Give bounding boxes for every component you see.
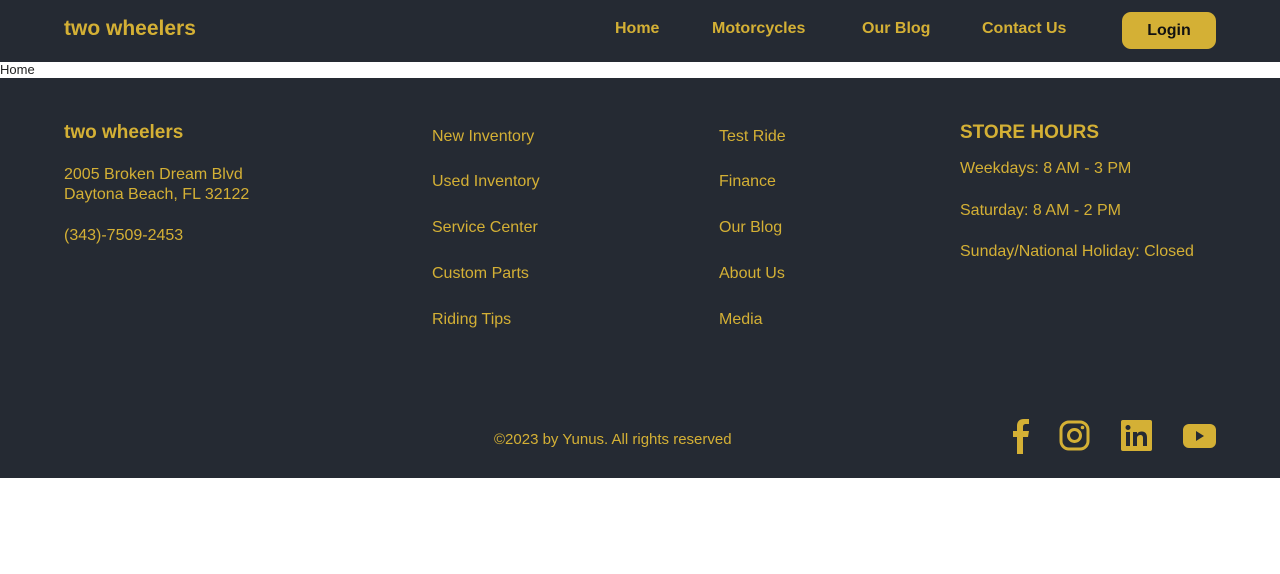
nav-motorcycles[interactable]: Motorcycles: [712, 20, 805, 38]
phone-number: (343)-7509-2453: [64, 227, 184, 244]
address-line-2: Daytona Beach, FL 32122: [64, 186, 250, 203]
footer-brand: two wheelers: [64, 122, 184, 143]
copyright: ©2023 by Yunus. All rights reserved: [494, 431, 732, 448]
link-custom-parts[interactable]: Custom Parts: [432, 265, 529, 283]
breadcrumb: Home: [0, 62, 35, 77]
link-new-inventory[interactable]: New Inventory: [432, 128, 534, 146]
hours-weekdays: Weekdays: 8 AM - 3 PM: [960, 160, 1132, 177]
footer: two wheelers 2005 Broken Dream Blvd Dayt…: [0, 78, 1280, 478]
link-test-ride[interactable]: Test Ride: [719, 128, 786, 146]
youtube-icon[interactable]: [1183, 424, 1216, 448]
instagram-icon[interactable]: [1059, 420, 1090, 451]
login-button[interactable]: Login: [1122, 12, 1216, 49]
link-used-inventory[interactable]: Used Inventory: [432, 173, 540, 191]
link-about-us[interactable]: About Us: [719, 265, 785, 283]
address-line-1: 2005 Broken Dream Blvd: [64, 166, 243, 183]
nav-contact-us[interactable]: Contact Us: [982, 20, 1066, 38]
nav-our-blog[interactable]: Our Blog: [862, 20, 930, 38]
hours-sunday: Sunday/National Holiday: Closed: [960, 243, 1194, 260]
linkedin-icon[interactable]: [1121, 420, 1152, 451]
link-riding-tips[interactable]: Riding Tips: [432, 311, 511, 329]
store-hours-title: STORE HOURS: [960, 122, 1100, 143]
link-our-blog[interactable]: Our Blog: [719, 219, 782, 237]
nav-home[interactable]: Home: [615, 20, 659, 38]
top-nav: two wheelers Home Motorcycles Our Blog C…: [0, 0, 1280, 62]
hours-saturday: Saturday: 8 AM - 2 PM: [960, 202, 1121, 219]
link-service-center[interactable]: Service Center: [432, 219, 538, 237]
brand-logo[interactable]: two wheelers: [64, 17, 196, 41]
link-finance[interactable]: Finance: [719, 173, 776, 191]
link-media[interactable]: Media: [719, 311, 763, 329]
facebook-icon[interactable]: [1010, 418, 1030, 454]
